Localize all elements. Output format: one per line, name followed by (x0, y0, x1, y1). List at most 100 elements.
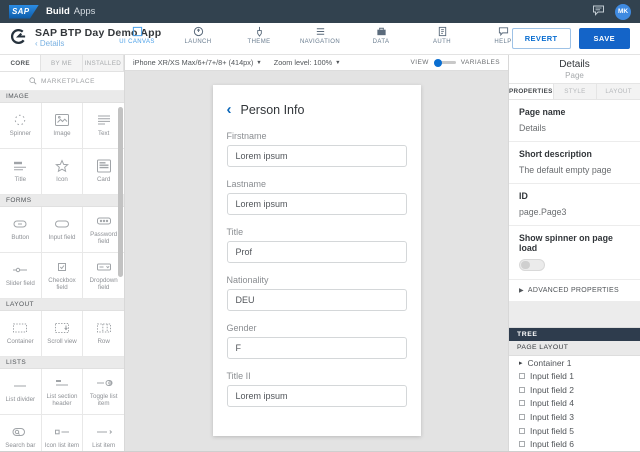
tab-style[interactable]: STYLE (554, 84, 598, 99)
section-header-layout: LAYOUT (0, 299, 124, 311)
selection-type: Page (509, 71, 640, 80)
tab-properties[interactable]: PROPERTIES (509, 84, 554, 99)
container-icon (11, 321, 29, 335)
tab-launch[interactable]: LAUNCH (176, 26, 220, 45)
component-tile-list-section-header[interactable]: List section header (42, 369, 83, 414)
tree-item-container-1[interactable]: ▸ Container 1 (509, 356, 640, 370)
palette-scrollbar[interactable] (118, 93, 123, 451)
input-field-lastname[interactable]: Lorem ipsum (227, 193, 407, 215)
component-tile-list-divider[interactable]: List divider (0, 369, 41, 414)
input-field-gender[interactable]: F (227, 337, 407, 359)
device-selector[interactable]: iPhone XR/XS Max/6+/7+/8+ (414px)▼ (133, 58, 262, 67)
tree-item-input-field-6[interactable]: Input field 6 (509, 437, 640, 451)
property-short-description: Short description The default empty page (509, 142, 640, 184)
input-field-component: Title II Lorem ipsum (227, 371, 407, 407)
main-nav-tabs: UI CANVAS LAUNCH THEME NAVIGATION DATA A… (115, 26, 525, 45)
canvas-panel: iPhone XR/XS Max/6+/7+/8+ (414px)▼ Zoom … (125, 55, 508, 451)
tab-theme[interactable]: THEME (237, 26, 281, 45)
title-icon (11, 159, 29, 173)
component-square-icon (519, 428, 525, 434)
image-icon (53, 113, 71, 127)
input-field-component: Lastname Lorem ipsum (227, 179, 407, 215)
tab-help[interactable]: HELP (481, 26, 525, 45)
palette-tab-installed[interactable]: INSTALLED (83, 55, 124, 71)
component-tile-scroll-view[interactable]: Scroll view (42, 311, 83, 356)
theme-icon (254, 26, 265, 37)
component-tile-icon[interactable]: Icon (42, 149, 83, 194)
appgyver-logo[interactable] (10, 28, 27, 50)
text-icon (95, 113, 113, 127)
list-divider-icon (11, 379, 29, 393)
caret-right-icon: ▸ (519, 359, 523, 367)
tree-item-input-field-4[interactable]: Input field 4 (509, 397, 640, 411)
tree-item-input-field-2[interactable]: Input field 2 (509, 383, 640, 397)
input-field-nationality[interactable]: DEU (227, 289, 407, 311)
section-header-image: IMAGE (0, 91, 124, 103)
tab-auth[interactable]: AUTH (420, 26, 464, 45)
view-label: VIEW (411, 59, 429, 66)
component-tile-title[interactable]: Title (0, 149, 41, 194)
inspector-panel: Details Page PROPERTIES STYLE LAYOUT Pag… (508, 55, 640, 451)
page-name-input[interactable]: Details (519, 123, 630, 133)
palette-tab-core[interactable]: CORE (0, 55, 41, 71)
component-tile-container[interactable]: Container (0, 311, 41, 356)
caret-right-icon: ▶ (519, 287, 524, 294)
id-input[interactable]: page.Page3 (519, 207, 630, 217)
ui-canvas-icon (132, 26, 143, 37)
user-avatar[interactable]: MK (615, 4, 631, 20)
auth-icon (437, 26, 448, 37)
component-square-icon (519, 414, 525, 420)
tree-section-header: TREE (509, 328, 640, 341)
app-header-bar: SAP BTP Day Demo App ‹ Details UI CANVAS… (0, 23, 640, 55)
tree-item-input-field-1[interactable]: Input field 1 (509, 369, 640, 383)
show-spinner-toggle[interactable] (519, 259, 545, 271)
data-icon (376, 26, 387, 37)
input-field-component: Firstname Lorem ipsum (227, 131, 407, 167)
short-description-input[interactable]: The default empty page (519, 165, 630, 175)
canvas-area[interactable]: ‹ Person Info Firstname Lorem ipsum Last… (125, 71, 508, 451)
search-bar-icon (11, 425, 29, 439)
property-show-spinner: Show spinner on page load (509, 226, 640, 280)
back-icon[interactable]: ‹ (227, 105, 232, 115)
view-variables-toggle[interactable] (434, 61, 456, 64)
component-tile-image[interactable]: Image (42, 103, 83, 148)
help-icon (498, 26, 509, 37)
input-field-component: Title Prof (227, 227, 407, 263)
component-tile-search-bar[interactable]: Search bar (0, 415, 41, 451)
advanced-properties-expander[interactable]: ▶ ADVANCED PROPERTIES (509, 280, 640, 302)
input-field-component: Gender F (227, 323, 407, 359)
input-field-firstname[interactable]: Lorem ipsum (227, 145, 407, 167)
component-tile-spinner[interactable]: Spinner (0, 103, 41, 148)
palette-tab-by-me[interactable]: BY ME (41, 55, 82, 71)
tab-ui-canvas[interactable]: UI CANVAS (115, 26, 159, 45)
tab-navigation[interactable]: NAVIGATION (298, 26, 342, 45)
component-tile-checkbox-field[interactable]: Checkbox field (42, 253, 83, 298)
component-tile-button[interactable]: Button (0, 207, 41, 252)
save-button[interactable]: SAVE (579, 28, 630, 49)
list-section-header-icon (53, 376, 71, 390)
tab-data[interactable]: DATA (359, 26, 403, 45)
marketplace-search[interactable]: MARKETPLACE (0, 72, 124, 91)
feedback-icon[interactable] (592, 3, 605, 21)
component-square-icon (519, 441, 525, 447)
tree-item-input-field-3[interactable]: Input field 3 (509, 410, 640, 424)
dropdown-field-icon (95, 260, 113, 274)
chevron-down-icon: ▼ (335, 60, 340, 66)
product-name-bold: Build (46, 6, 70, 17)
component-tile-slider-field[interactable]: Slider field (0, 253, 41, 298)
page-header-component[interactable]: ‹ Person Info (227, 103, 407, 117)
selection-title: Details (509, 59, 640, 70)
property-page-name: Page name Details (509, 100, 640, 142)
tab-layout[interactable]: LAYOUT (597, 84, 640, 99)
input-field-title[interactable]: Prof (227, 241, 407, 263)
component-tile-input-field[interactable]: Input field (42, 207, 83, 252)
toggle-list-item-icon (95, 376, 113, 390)
page-header-title: Person Info (241, 103, 305, 117)
button-icon (11, 217, 29, 231)
zoom-selector[interactable]: Zoom level: 100%▼ (274, 58, 341, 67)
tree-item-input-field-5[interactable]: Input field 5 (509, 424, 640, 438)
component-tile-icon-list-item[interactable]: Icon list item (42, 415, 83, 451)
input-field-title-ii[interactable]: Lorem ipsum (227, 385, 407, 407)
card-icon (95, 159, 113, 173)
section-header-forms: FORMS (0, 195, 124, 207)
